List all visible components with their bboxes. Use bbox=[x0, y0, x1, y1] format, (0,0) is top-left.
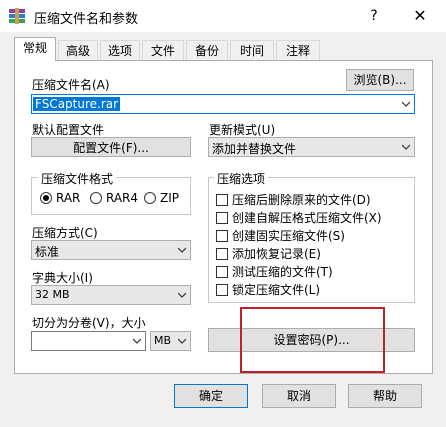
tab-general[interactable]: 常规 bbox=[14, 37, 56, 61]
radio-zip-label: ZIP bbox=[160, 191, 179, 205]
archive-name-combo[interactable]: FSCapture.rar bbox=[31, 94, 415, 114]
help-button[interactable]: 帮助 bbox=[348, 384, 422, 408]
update-mode-value: 添加并替换文件 bbox=[212, 142, 297, 156]
radio-rar4[interactable]: RAR4 bbox=[90, 191, 138, 205]
compression-method-value: 标准 bbox=[35, 245, 60, 259]
checkbox-box bbox=[216, 229, 228, 242]
set-password-button[interactable]: 设置密码(P)... bbox=[208, 328, 415, 352]
update-mode-select[interactable]: 添加并替换文件 bbox=[208, 137, 415, 157]
split-unit-value: MB bbox=[154, 334, 172, 347]
compression-method-label: 压缩方式(C) bbox=[32, 226, 98, 240]
dictionary-size-select[interactable]: 32 MB bbox=[31, 285, 191, 305]
radio-zip-dot bbox=[144, 192, 156, 204]
tab-advanced[interactable]: 高级 bbox=[58, 40, 98, 60]
tab-options[interactable]: 选项 bbox=[100, 40, 140, 60]
archive-name-value: FSCapture.rar bbox=[33, 97, 121, 111]
tab-backup[interactable]: 备份 bbox=[186, 40, 228, 60]
dictionary-size-value: 32 MB bbox=[35, 288, 70, 301]
radio-rar[interactable]: RAR bbox=[40, 191, 80, 205]
checkbox-lock-archive[interactable]: 锁定压缩文件(L) bbox=[216, 281, 320, 298]
checkbox-label: 添加恢复记录(E) bbox=[232, 247, 321, 261]
dictionary-size-label: 字典大小(I) bbox=[32, 271, 93, 285]
close-button[interactable]: ✕ bbox=[408, 6, 432, 26]
checkbox-box bbox=[216, 265, 228, 278]
chevron-down-icon bbox=[402, 144, 410, 150]
checkbox-delete-after[interactable]: 压缩后删除原来的文件(D) bbox=[216, 191, 371, 208]
title-bar: 压缩文件名和参数 ? ✕ bbox=[0, 0, 446, 32]
profiles-button[interactable]: 配置文件(F)... bbox=[31, 137, 191, 157]
split-size-combo[interactable] bbox=[31, 331, 146, 351]
tab-files[interactable]: 文件 bbox=[142, 40, 184, 60]
chevron-down-icon[interactable] bbox=[402, 100, 410, 108]
checkbox-box bbox=[216, 283, 228, 296]
checkbox-box bbox=[216, 211, 228, 224]
checkbox-label: 压缩后删除原来的文件(D) bbox=[232, 193, 371, 207]
radio-rar4-dot bbox=[90, 192, 102, 204]
checkbox-label: 创建固实压缩文件(S) bbox=[232, 229, 345, 243]
checkbox-test-files[interactable]: 测试压缩的文件(T) bbox=[216, 263, 333, 280]
update-mode-label: 更新模式(U) bbox=[209, 123, 276, 137]
archive-name-label: 压缩文件名(A) bbox=[32, 78, 110, 92]
radio-rar-label: RAR bbox=[56, 191, 81, 205]
checkbox-create-solid[interactable]: 创建固实压缩文件(S) bbox=[216, 227, 345, 244]
tab-comment[interactable]: 注释 bbox=[276, 40, 320, 60]
title-help-button[interactable]: ? bbox=[364, 6, 384, 26]
chevron-down-icon bbox=[178, 247, 186, 253]
radio-zip[interactable]: ZIP bbox=[144, 191, 179, 205]
checkbox-recovery-record[interactable]: 添加恢复记录(E) bbox=[216, 245, 321, 262]
ok-button[interactable]: 确定 bbox=[174, 384, 248, 408]
radio-rar4-label: RAR4 bbox=[106, 191, 139, 205]
archive-format-label: 压缩文件格式 bbox=[38, 170, 117, 187]
split-volumes-label: 切分为分卷(V)，大小 bbox=[32, 316, 146, 330]
browse-button[interactable]: 浏览(B)... bbox=[346, 69, 414, 91]
radio-rar-dot bbox=[40, 192, 52, 204]
cancel-button[interactable]: 取消 bbox=[262, 384, 336, 408]
checkbox-create-sfx[interactable]: 创建自解压格式压缩文件(X) bbox=[216, 209, 382, 226]
chevron-down-icon bbox=[178, 292, 186, 298]
split-unit-select[interactable]: MB bbox=[150, 331, 191, 351]
window-title: 压缩文件名和参数 bbox=[34, 12, 139, 27]
checkbox-label: 创建自解压格式压缩文件(X) bbox=[232, 211, 382, 225]
checkbox-box bbox=[216, 247, 228, 260]
compression-method-select[interactable]: 标准 bbox=[31, 240, 191, 260]
checkbox-label: 锁定压缩文件(L) bbox=[232, 283, 321, 297]
chevron-down-icon[interactable] bbox=[133, 337, 141, 345]
profile-label: 默认配置文件 bbox=[32, 123, 105, 137]
chevron-down-icon bbox=[178, 338, 186, 344]
checkbox-box bbox=[216, 193, 228, 206]
winrar-icon bbox=[9, 8, 25, 24]
checkbox-label: 测试压缩的文件(T) bbox=[232, 265, 333, 279]
tab-time[interactable]: 时间 bbox=[230, 40, 274, 60]
archiving-options-label: 压缩选项 bbox=[214, 170, 269, 187]
